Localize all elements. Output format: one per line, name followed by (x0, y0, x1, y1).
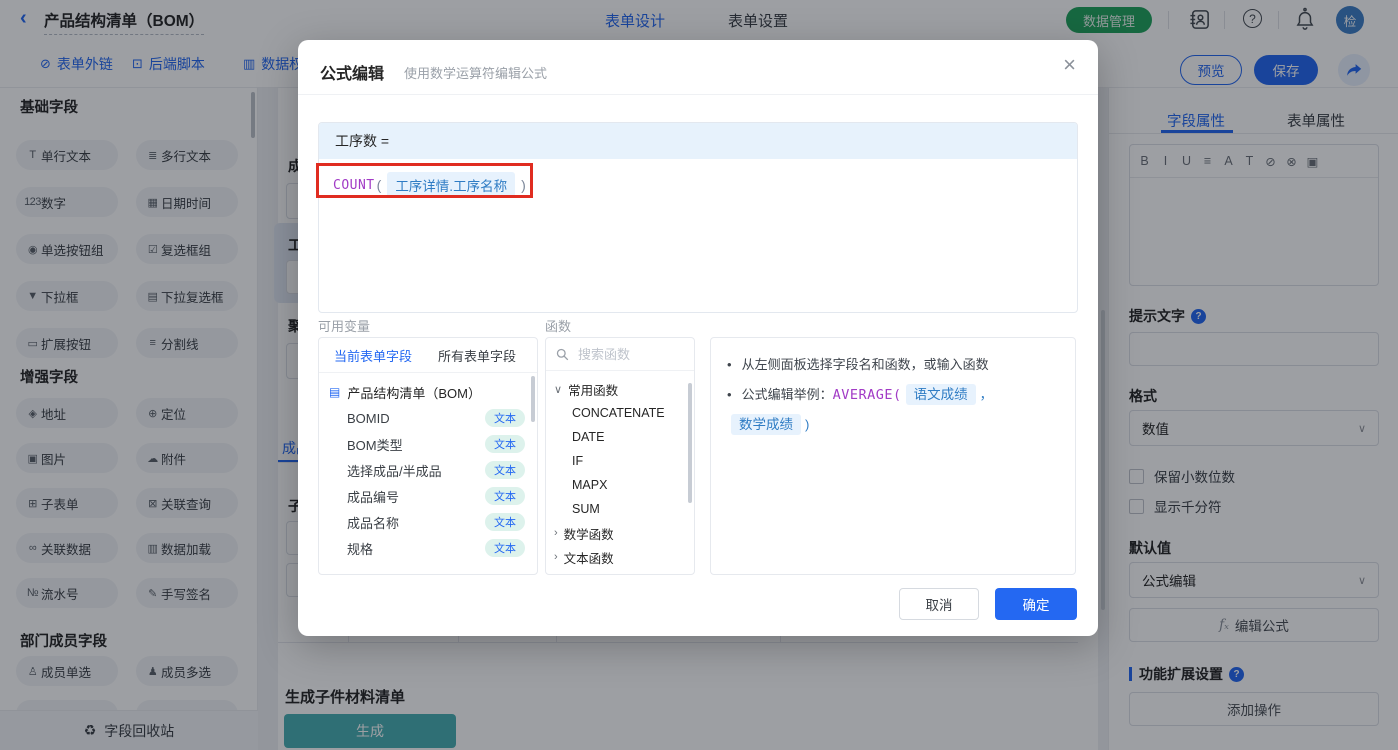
variable-row[interactable]: BOM类型 文本 (319, 431, 537, 457)
tab-current-form-fields[interactable]: 当前表单字段 (334, 346, 412, 365)
function-group-label: 数学函数 (564, 524, 614, 543)
variable-type-tag: 文本 (485, 461, 525, 479)
variable-name: BOM类型 (347, 435, 403, 454)
function-search (546, 338, 694, 371)
annotation-red-box (316, 163, 533, 198)
variable-list: ▤产品结构清单（BOM）BOMID文本BOM类型文本选择成品/半成品文本成品编号… (319, 373, 537, 575)
divider (298, 94, 1098, 95)
variable-row[interactable]: 选择成品/半成品 文本 (319, 457, 537, 483)
hint-line-1: •从左侧面板选择字段名和函数，或输入函数 (727, 350, 1059, 380)
functions-panel: ∨ 常用函数 CONCATENATEDATEIFMAPXSUM › 数学函数 › 文本函数 (545, 337, 695, 575)
modal-subtitle: 使用数学运算符编辑公式 (404, 63, 547, 82)
function-group-collapsed[interactable]: › 文本函数 (554, 545, 614, 569)
chevron-right-icon: › (554, 551, 558, 563)
variable-row[interactable]: BOMID 文本 (319, 405, 537, 431)
variable-type-tag: 文本 (485, 513, 525, 531)
variable-type-tag: 文本 (485, 409, 525, 427)
variable-name: 成品名称 (347, 513, 399, 532)
chevron-right-icon: › (554, 527, 558, 539)
cancel-button[interactable]: 取消 (899, 588, 979, 620)
variables-scrollbar[interactable] (531, 376, 535, 422)
function-group-expanded[interactable]: ∨ 常用函数 (554, 377, 618, 401)
function-group-label: 常用函数 (568, 380, 618, 399)
variables-section-label: 可用变量 (318, 316, 370, 335)
formula-target: 工序数 = (319, 123, 1077, 159)
function-group-label: 文本函数 (564, 548, 614, 567)
variable-row[interactable]: 规格 文本 (319, 535, 537, 561)
example-chip: 语文成绩 (906, 384, 976, 405)
functions-section-label: 函数 (545, 316, 571, 335)
variable-row[interactable]: 成品名称 文本 (319, 509, 537, 535)
variable-tree-root[interactable]: ▤ 产品结构清单（BOM） (319, 379, 537, 405)
hints-panel: •从左侧面板选择字段名和函数，或输入函数 •公式编辑举例：AVERAGE(语文成… (710, 337, 1076, 575)
variable-name: 选择成品/半成品 (347, 461, 442, 480)
variables-tabs: 当前表单字段 所有表单字段 (319, 338, 537, 373)
variable-type-tag: 文本 (485, 539, 525, 557)
variable-root-label: 产品结构清单（BOM） (347, 383, 481, 402)
variable-name: BOMID (347, 411, 390, 426)
document-icon: ▤ (329, 385, 340, 399)
variables-panel: 当前表单字段 所有表单字段 ▤产品结构清单（BOM）BOMID文本BOM类型文本… (318, 337, 538, 575)
close-icon[interactable]: × (1063, 54, 1076, 76)
variable-row[interactable]: 成品编号 文本 (319, 483, 537, 509)
function-item[interactable]: MAPX (572, 473, 607, 497)
modal-title: 公式编辑 (320, 60, 384, 84)
chevron-down-icon: ∨ (554, 383, 562, 396)
function-group-collapsed[interactable]: › 数学函数 (554, 521, 614, 545)
variable-type-tag: 文本 (485, 435, 525, 453)
tab-all-form-fields[interactable]: 所有表单字段 (438, 346, 516, 365)
ok-button[interactable]: 确定 (995, 588, 1077, 620)
variable-type-tag: 文本 (485, 487, 525, 505)
function-item[interactable]: DATE (572, 425, 604, 449)
search-icon (556, 348, 569, 361)
example-function: AVERAGE( (833, 387, 902, 403)
search-functions-input[interactable] (576, 346, 680, 363)
example-chip: 数学成绩 (731, 414, 801, 435)
function-item[interactable]: IF (572, 449, 583, 473)
variable-name: 成品编号 (347, 487, 399, 506)
function-item[interactable]: SUM (572, 497, 600, 521)
function-list: ∨ 常用函数 CONCATENATEDATEIFMAPXSUM › 数学函数 › 文本函数 (546, 371, 694, 575)
functions-scrollbar[interactable] (688, 383, 692, 503)
variable-name: 规格 (347, 539, 373, 558)
app-window: ‹ 产品结构清单（BOM） 表单设计 表单设置 数据管理 ? 检 (0, 0, 1398, 750)
function-item[interactable]: CONCATENATE (572, 401, 665, 425)
formula-editor[interactable]: 工序数 = COUNT ( 工序详情.工序名称 ) (318, 122, 1078, 313)
hint-line-2: •公式编辑举例：AVERAGE(语文成绩，数学成绩) (727, 380, 1059, 440)
formula-edit-modal: 公式编辑 使用数学运算符编辑公式 × 工序数 = COUNT ( 工序详情.工序… (298, 40, 1098, 636)
